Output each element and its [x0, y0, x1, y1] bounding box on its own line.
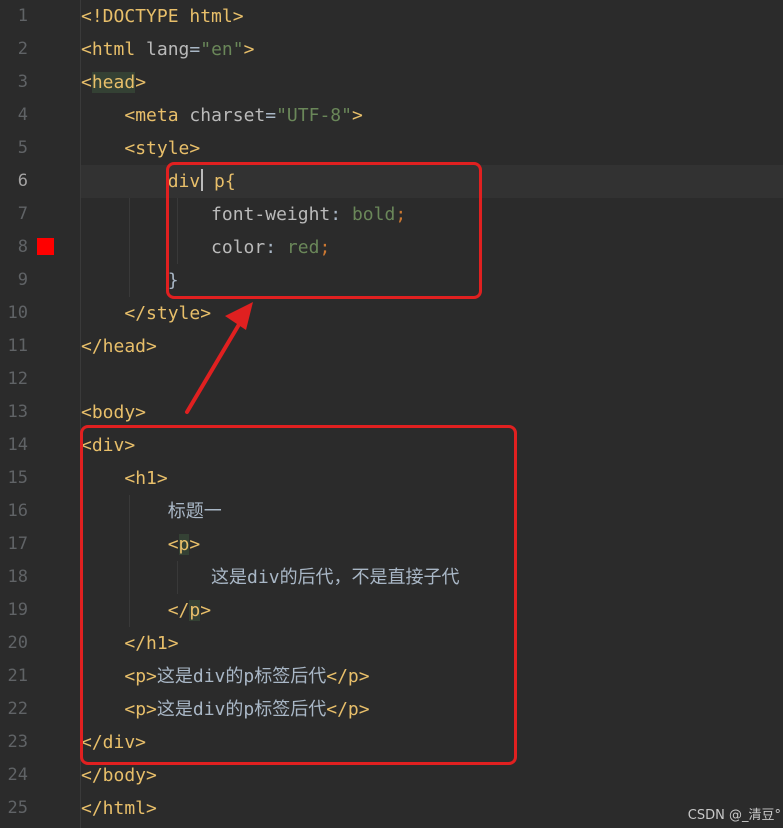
line-number: 14	[7, 435, 28, 455]
line-number: 17	[7, 534, 28, 554]
attr-name: charset	[189, 105, 266, 126]
line-number: 9	[17, 270, 28, 290]
line-number: 16	[7, 501, 28, 521]
tag-open: <meta	[124, 105, 190, 126]
line-number: 2	[17, 39, 28, 59]
equals: =	[189, 39, 201, 60]
line-number: 21	[7, 666, 28, 686]
line-number-current: 6	[17, 171, 28, 191]
code-line-10: </style>	[81, 297, 783, 330]
line-number: 3	[17, 72, 28, 92]
watermark: CSDN @_清豆°	[687, 808, 781, 823]
code-line-5: <style>	[81, 132, 783, 165]
line-number: 22	[7, 699, 28, 719]
line-number: 20	[7, 633, 28, 653]
tag-close: >	[351, 105, 363, 126]
line-number: 12	[7, 369, 28, 389]
line-number: 18	[7, 567, 28, 587]
code-line-11: </head>	[81, 330, 783, 363]
tag-open: <html	[81, 39, 147, 60]
line-number: 1	[17, 6, 28, 26]
css-rule-highlight-box	[166, 162, 482, 299]
code-line-1: <!DOCTYPE html>	[81, 0, 783, 33]
attr-name: lang	[146, 39, 190, 60]
line-number: 7	[17, 204, 28, 224]
attr-value: "UTF-8"	[276, 105, 352, 126]
code-line-25: </html>	[81, 792, 783, 825]
tag-name-highlighted: head	[91, 72, 136, 93]
line-number-gutter[interactable]: 1 2 3 4 5 6 7 8 9 10 11 12 13 14 15 16 1…	[0, 0, 81, 828]
attr-value: "en"	[200, 39, 244, 60]
line-number: 24	[7, 765, 28, 785]
style-open-tag: <style>	[124, 138, 201, 159]
line-number: 25	[7, 798, 28, 818]
line-number: 5	[17, 138, 28, 158]
line-number: 11	[7, 336, 28, 356]
doctype: <!DOCTYPE html>	[81, 6, 244, 27]
code-line-3: <head>	[81, 66, 783, 99]
head-close-tag: </head>	[81, 336, 157, 357]
html-close-tag: </html>	[81, 798, 157, 819]
line-number: 15	[7, 468, 28, 488]
line-number: 23	[7, 732, 28, 752]
body-close-tag: </body>	[81, 765, 157, 786]
line-number: 4	[17, 105, 28, 125]
tag-bracket: >	[135, 72, 147, 93]
line-number: 13	[7, 402, 28, 422]
code-line-2: <html lang="en">	[81, 33, 783, 66]
code-line-4: <meta charset="UTF-8">	[81, 99, 783, 132]
style-close-tag: </style>	[124, 303, 212, 324]
line-number: 19	[7, 600, 28, 620]
body-open-tag: <body>	[81, 402, 147, 423]
breakpoint-marker-icon[interactable]	[37, 238, 54, 255]
div-block-highlight-box	[80, 425, 517, 765]
line-number: 10	[7, 303, 28, 323]
tag-close: >	[243, 39, 255, 60]
line-number: 8	[17, 237, 28, 257]
tag-bracket: <	[81, 72, 92, 93]
equals: =	[265, 105, 277, 126]
